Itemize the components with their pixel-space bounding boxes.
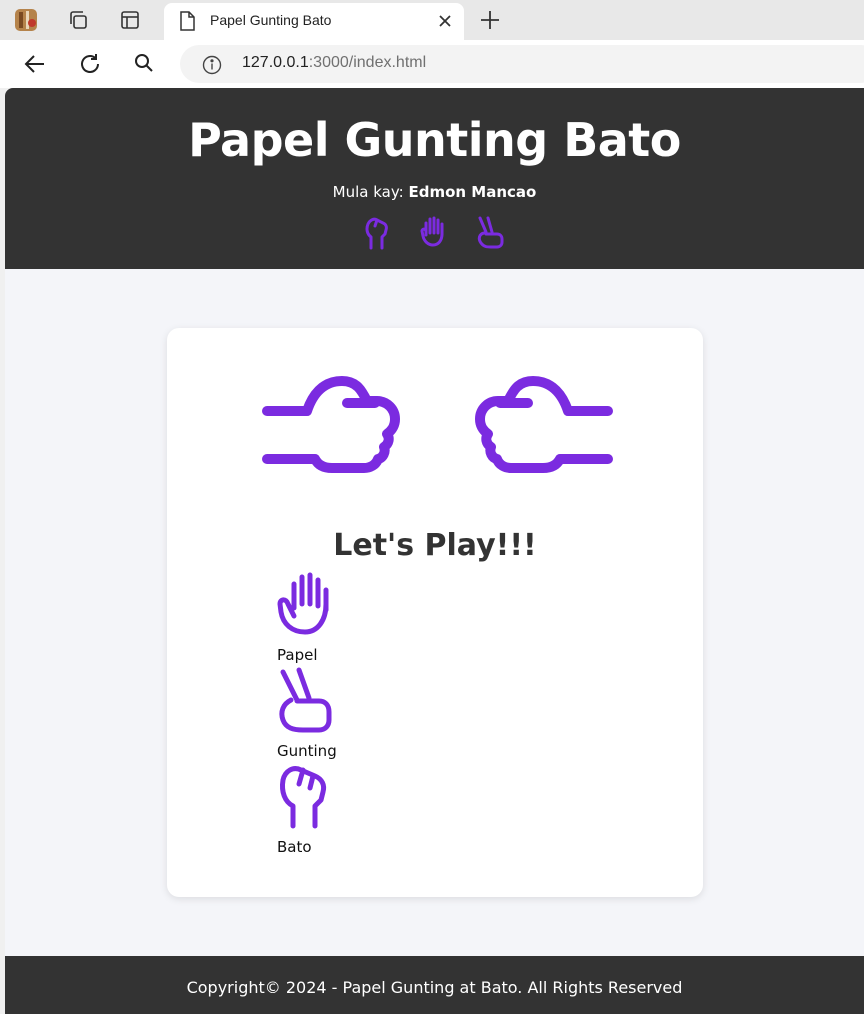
choice-bato-button[interactable]: Bato: [277, 762, 357, 856]
browser-toolbar: 127.0.0.1:3000/index.html: [0, 40, 864, 88]
site-header: Papel Gunting Bato Mula kay: Edmon Manca…: [5, 88, 864, 269]
search-icon[interactable]: [133, 52, 157, 76]
choice-papel-label: Papel: [277, 646, 318, 664]
close-tab-icon[interactable]: [436, 12, 454, 34]
page-document-icon: [178, 11, 196, 35]
choice-gunting-label: Gunting: [277, 742, 337, 760]
workspaces-icon[interactable]: [64, 6, 92, 34]
paper-hand-icon: [277, 570, 333, 640]
player-fist-icon: [262, 376, 402, 490]
header-hand-icons: [363, 215, 513, 251]
game-status: Let's Play!!!: [333, 528, 537, 563]
back-arrow-icon[interactable]: [23, 52, 47, 76]
site-info-icon[interactable]: [202, 55, 222, 79]
url-text: 127.0.0.1:3000/index.html: [242, 54, 426, 72]
scissors-hand-icon: [475, 215, 505, 253]
author-name: Edmon Mancao: [408, 183, 537, 201]
choice-papel-button[interactable]: Papel: [277, 570, 357, 664]
site-footer: Copyright© 2024 - Papel Gunting at Bato.…: [5, 956, 864, 1014]
tab-actions-icon[interactable]: [116, 6, 144, 34]
choice-gunting-button[interactable]: Gunting: [277, 666, 357, 760]
rock-hand-icon: [277, 762, 333, 832]
active-browser-tab[interactable]: Papel Gunting Bato: [164, 3, 464, 40]
url-path: :3000/index.html: [308, 54, 427, 71]
byline-prefix: Mula kay:: [332, 183, 404, 201]
game-card: Let's Play!!! Papel Gunting Bato: [167, 328, 703, 897]
browser-tab-strip: Papel Gunting Bato: [0, 0, 864, 40]
copyright-text: Copyright© 2024 - Papel Gunting at Bato.…: [186, 978, 683, 997]
url-host: 127.0.0.1: [242, 54, 309, 71]
page-title: Papel Gunting Bato: [188, 113, 681, 167]
new-tab-icon[interactable]: [478, 8, 502, 36]
author-byline: Mula kay: Edmon Mancao: [5, 183, 864, 201]
reload-icon[interactable]: [78, 52, 102, 76]
scissors-hand-icon: [277, 666, 333, 736]
web-page: Papel Gunting Bato Mula kay: Edmon Manca…: [5, 88, 864, 1014]
paper-hand-icon: [419, 215, 449, 253]
choice-bato-label: Bato: [277, 838, 312, 856]
tab-title: Papel Gunting Bato: [210, 12, 332, 28]
computer-fist-icon: [473, 376, 613, 490]
profile-avatar-icon[interactable]: [12, 6, 40, 34]
address-bar[interactable]: 127.0.0.1:3000/index.html: [180, 45, 864, 83]
rock-hand-icon: [363, 215, 391, 255]
